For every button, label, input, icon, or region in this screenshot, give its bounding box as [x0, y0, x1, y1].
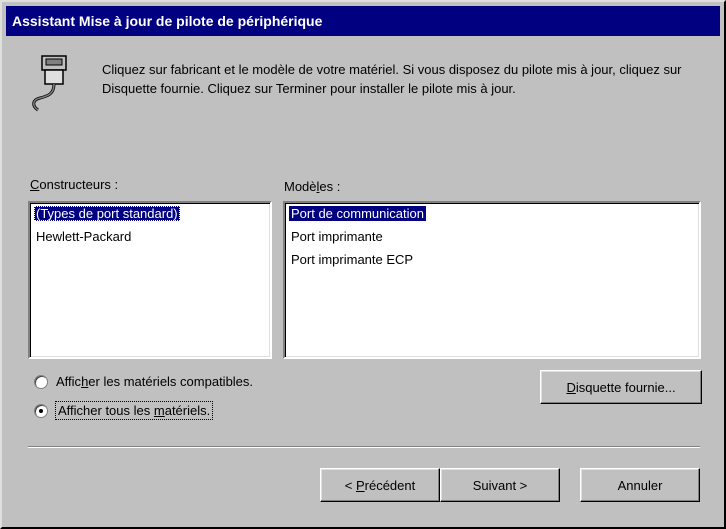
next-button[interactable]: Suivant >	[440, 468, 560, 502]
have-disk-button[interactable]: Disquette fournie...	[540, 370, 702, 404]
window-title: Assistant Mise à jour de pilote de périp…	[12, 13, 323, 29]
manufacturers-listbox[interactable]: (Types de port standard) Hewlett-Packard	[28, 201, 272, 359]
show-all-label: Afficher tous les matériels.	[54, 401, 214, 420]
models-label: Modèles :	[284, 179, 341, 194]
manufacturers-label: Constructeurs :	[30, 177, 119, 192]
cancel-button[interactable]: Annuler	[580, 468, 700, 502]
show-compatible-label: Afficher les matériels compatibles.	[56, 374, 254, 389]
model-item[interactable]: Port de communication	[285, 203, 699, 226]
intro-text: Cliquez sur fabricant et le modèle de vo…	[102, 62, 682, 96]
show-all-radio[interactable]: Afficher tous les matériels.	[34, 401, 214, 420]
title-bar: Assistant Mise à jour de pilote de périp…	[6, 6, 720, 36]
radio-unchecked-icon	[34, 374, 48, 389]
radio-checked-icon	[34, 403, 48, 418]
model-item[interactable]: Port imprimante	[285, 226, 699, 249]
show-compatible-radio[interactable]: Afficher les matériels compatibles.	[34, 374, 253, 389]
back-button[interactable]: < Précédent	[320, 468, 440, 502]
manufacturer-item[interactable]: (Types de port standard)	[30, 203, 270, 226]
driver-update-wizard-window: Assistant Mise à jour de pilote de périp…	[0, 0, 726, 529]
models-listbox[interactable]: Port de communication Port imprimante Po…	[283, 201, 701, 359]
port-connector-icon	[28, 54, 82, 112]
model-item[interactable]: Port imprimante ECP	[285, 249, 699, 272]
separator	[28, 446, 700, 448]
manufacturer-item[interactable]: Hewlett-Packard	[30, 226, 270, 249]
